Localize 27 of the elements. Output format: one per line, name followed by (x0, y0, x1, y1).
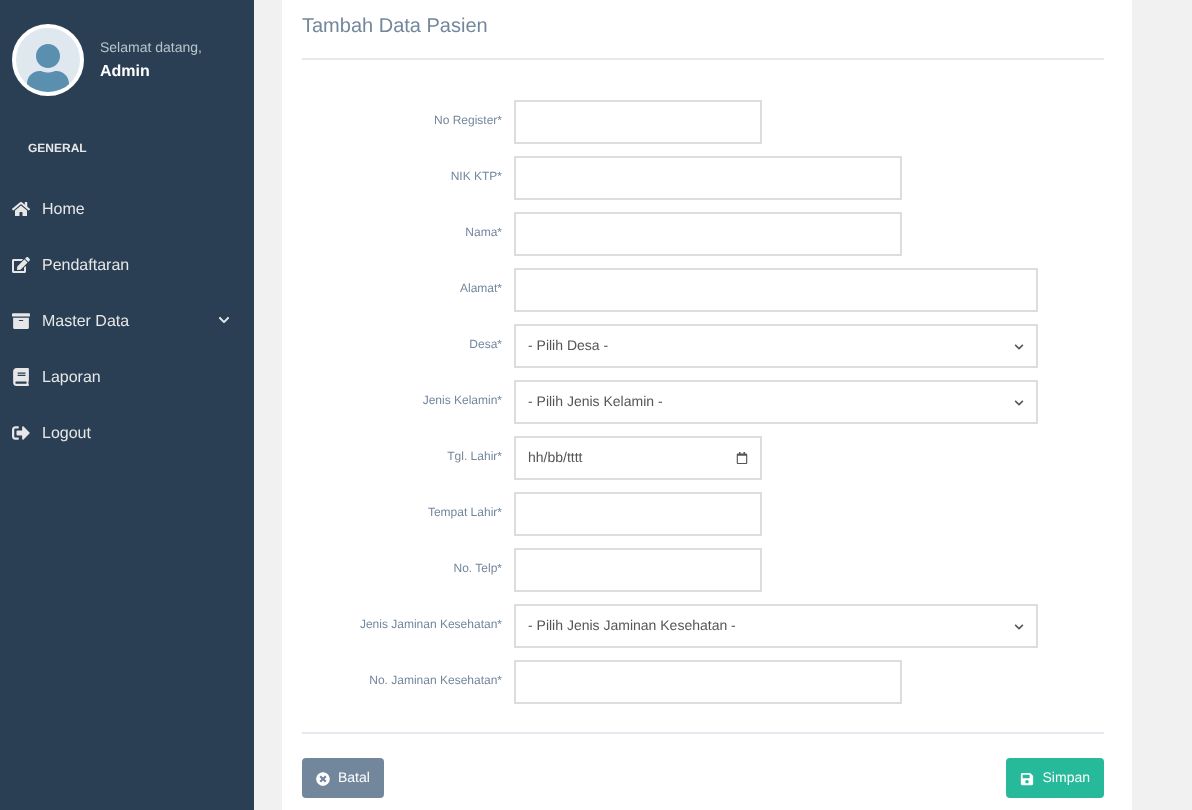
save-icon (1020, 771, 1035, 785)
input-field[interactable] (514, 660, 902, 704)
book-icon (12, 367, 30, 385)
sidebar-item[interactable]: Logout (12, 404, 254, 460)
sidebar-item[interactable]: Laporan (12, 348, 254, 404)
sidebar-item[interactable]: Home (12, 180, 254, 236)
box-icon (12, 311, 30, 329)
user-icon (24, 44, 72, 92)
sidebar-item[interactable]: Master Data (12, 292, 254, 348)
input-field[interactable] (514, 548, 762, 592)
cancel-icon (316, 771, 330, 785)
input-field[interactable] (514, 492, 762, 536)
input-field[interactable] (514, 268, 1038, 312)
logout-icon (12, 423, 30, 441)
panel-title: Tambah Data Pasien (302, 16, 1104, 60)
home-icon (12, 199, 30, 217)
input-field[interactable] (514, 156, 902, 200)
input-field[interactable] (514, 212, 902, 256)
caret-icon (1014, 341, 1024, 351)
caret-icon (1014, 621, 1024, 631)
edit-icon (12, 255, 30, 273)
input-field[interactable] (514, 100, 762, 144)
caret-icon (218, 314, 230, 326)
calendar-icon (736, 452, 748, 464)
caret-icon (1014, 397, 1024, 407)
sidebar-item[interactable]: Pendaftaran (12, 236, 254, 292)
user-name: Admin (100, 61, 152, 79)
